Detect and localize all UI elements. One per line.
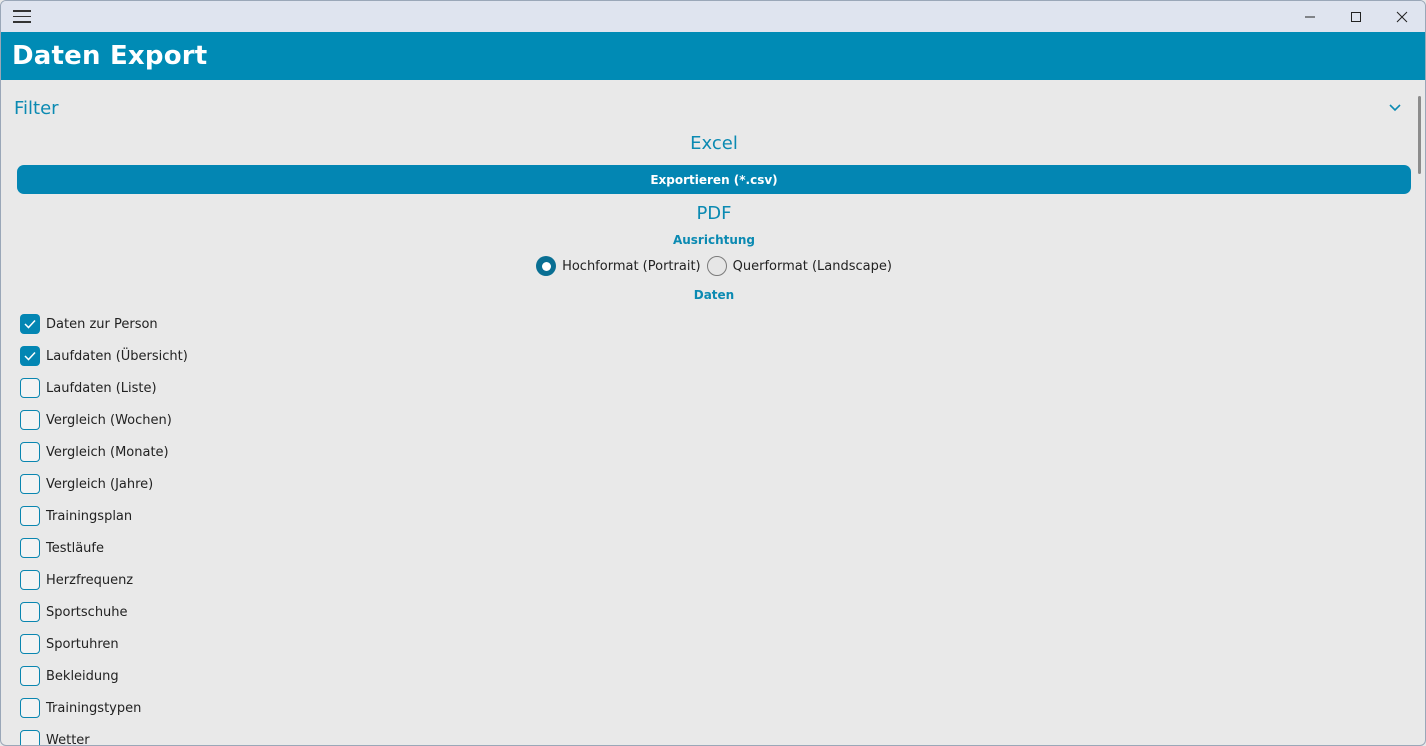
checkbox-indicator[interactable] xyxy=(20,730,40,745)
checkbox-indicator[interactable] xyxy=(20,666,40,686)
checkmark-icon xyxy=(24,351,36,361)
checkbox-indicator[interactable] xyxy=(20,346,40,366)
checkbox-label: Wetter xyxy=(46,732,90,746)
checkbox-indicator[interactable] xyxy=(20,634,40,654)
orientation-radio-group: Hochformat (Portrait) Querformat (Landsc… xyxy=(1,256,1425,276)
data-label: Daten xyxy=(693,288,735,302)
checkbox-vergleich-jahre[interactable]: Vergleich (Jahre) xyxy=(20,468,188,500)
checkbox-label: Trainingsplan xyxy=(46,508,133,524)
page-header: Daten Export xyxy=(1,32,1425,80)
checkbox-herzfrequenz[interactable]: Herzfrequenz xyxy=(20,564,188,596)
minimize-icon xyxy=(1305,16,1315,17)
checkbox-indicator[interactable] xyxy=(20,410,40,430)
checkbox-laufdaten-uebersicht[interactable]: Laufdaten (Übersicht) xyxy=(20,340,188,372)
checkbox-laufdaten-liste[interactable]: Laufdaten (Liste) xyxy=(20,372,188,404)
close-icon xyxy=(1396,11,1408,22)
checkbox-label: Sportschuhe xyxy=(46,604,128,620)
checkbox-label: Vergleich (Jahre) xyxy=(46,476,154,492)
checkbox-label: Bekleidung xyxy=(46,668,119,684)
checkbox-trainingstypen[interactable]: Trainingstypen xyxy=(20,692,188,724)
checkbox-indicator[interactable] xyxy=(20,474,40,494)
checkbox-label: Vergleich (Wochen) xyxy=(46,412,172,428)
data-checklist: Daten zur Person Laufdaten (Übersicht) L… xyxy=(20,308,188,746)
checkbox-label: Vergleich (Monate) xyxy=(46,444,169,460)
checkbox-wetter[interactable]: Wetter xyxy=(20,724,188,746)
checkbox-sportschuhe[interactable]: Sportschuhe xyxy=(20,596,188,628)
checkbox-bekleidung[interactable]: Bekleidung xyxy=(20,660,188,692)
checkmark-icon xyxy=(24,319,36,329)
title-bar xyxy=(1,1,1425,32)
checkbox-testlaeufe[interactable]: Testläufe xyxy=(20,532,188,564)
checkbox-indicator[interactable] xyxy=(20,538,40,558)
main-content: Filter Excel Exportieren (*.csv) PDF Aus… xyxy=(1,80,1425,746)
minimize-button[interactable] xyxy=(1287,1,1333,32)
radio-portrait-indicator[interactable] xyxy=(536,256,557,276)
chevron-down-icon[interactable] xyxy=(1389,104,1401,112)
checkbox-indicator[interactable] xyxy=(20,378,40,398)
radio-portrait[interactable]: Hochformat (Portrait) xyxy=(536,256,701,276)
checkbox-label: Laufdaten (Liste) xyxy=(46,380,157,396)
checkbox-sportuhren[interactable]: Sportuhren xyxy=(20,628,188,660)
checkbox-label: Daten zur Person xyxy=(46,316,158,332)
filter-label: Filter xyxy=(14,97,59,119)
vertical-scrollbar[interactable] xyxy=(1418,96,1421,174)
checkbox-label: Laufdaten (Übersicht) xyxy=(46,348,188,364)
checkbox-label: Testläufe xyxy=(46,540,104,556)
checkbox-indicator[interactable] xyxy=(20,570,40,590)
checkbox-trainingsplan[interactable]: Trainingsplan xyxy=(20,500,188,532)
page-title: Daten Export xyxy=(12,41,208,71)
orientation-label: Ausrichtung xyxy=(672,233,756,247)
close-button[interactable] xyxy=(1379,1,1425,32)
checkbox-vergleich-wochen[interactable]: Vergleich (Wochen) xyxy=(20,404,188,436)
checkbox-label: Herzfrequenz xyxy=(46,572,134,588)
checkbox-indicator[interactable] xyxy=(20,442,40,462)
checkbox-indicator[interactable] xyxy=(20,314,40,334)
radio-landscape[interactable]: Querformat (Landscape) xyxy=(706,256,892,276)
window-controls xyxy=(1287,1,1425,32)
hamburger-icon[interactable] xyxy=(13,10,31,24)
checkbox-label: Sportuhren xyxy=(46,636,119,652)
checkbox-label: Trainingstypen xyxy=(46,700,142,716)
filter-expander[interactable]: Filter xyxy=(14,96,1401,120)
maximize-button[interactable] xyxy=(1333,1,1379,32)
radio-landscape-indicator[interactable] xyxy=(706,256,727,276)
checkbox-vergleich-monate[interactable]: Vergleich (Monate) xyxy=(20,436,188,468)
radio-portrait-label: Hochformat (Portrait) xyxy=(562,258,701,274)
maximize-icon xyxy=(1351,11,1361,22)
checkbox-indicator[interactable] xyxy=(20,506,40,526)
excel-section-title: Excel xyxy=(690,133,738,154)
app-window: Daten Export Filter Excel Exportieren (*… xyxy=(0,0,1426,746)
checkbox-indicator[interactable] xyxy=(20,602,40,622)
checkbox-indicator[interactable] xyxy=(20,698,40,718)
export-csv-button[interactable]: Exportieren (*.csv) xyxy=(17,165,1411,194)
radio-landscape-label: Querformat (Landscape) xyxy=(732,258,892,274)
pdf-section-title: PDF xyxy=(696,203,732,224)
checkbox-daten-zur-person[interactable]: Daten zur Person xyxy=(20,308,188,340)
